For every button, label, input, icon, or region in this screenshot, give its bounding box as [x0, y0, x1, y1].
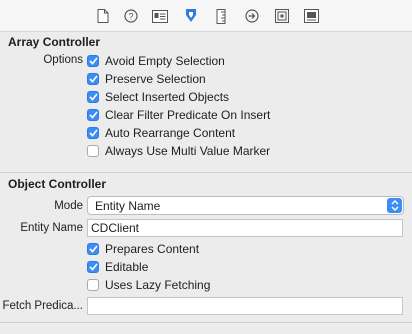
checkbox-label: Prepares Content [105, 242, 200, 256]
checkmark-icon [88, 93, 98, 101]
checkbox-checked[interactable] [87, 109, 99, 121]
size-icon[interactable] [213, 8, 229, 24]
checkbox-checked[interactable] [87, 127, 99, 139]
checkmark-icon [88, 263, 98, 271]
checkbox-label: Select Inserted Objects [105, 90, 230, 104]
checkbox-row[interactable]: Clear Filter Predicate On Insert [87, 106, 270, 124]
entity-name-label: Entity Name [20, 222, 83, 234]
object-controller-header: Object Controller [8, 177, 107, 191]
options-label: Options [43, 54, 83, 66]
checkbox-label: Avoid Empty Selection [105, 54, 225, 68]
checkmark-icon [88, 57, 98, 65]
checkbox-unchecked[interactable] [87, 145, 99, 157]
checkbox-checked[interactable] [87, 261, 99, 273]
checkmark-icon [88, 75, 98, 83]
checkbox-row[interactable]: Uses Lazy Fetching [87, 276, 210, 294]
connections-icon[interactable] [244, 8, 260, 24]
mode-select-value: Entity Name [95, 198, 161, 213]
inspector-toolbar: ? [0, 0, 412, 32]
identity-icon[interactable] [152, 8, 168, 24]
checkbox-unchecked[interactable] [87, 279, 99, 291]
checkbox-row[interactable]: Select Inserted Objects [87, 88, 229, 106]
array-controller-header: Array Controller [8, 35, 101, 49]
checkmark-icon [88, 245, 98, 253]
view-effects-icon[interactable] [303, 8, 319, 24]
chevron-up-down-icon [387, 198, 402, 213]
checkbox-label: Preserve Selection [105, 72, 206, 86]
checkmark-icon [88, 129, 98, 137]
checkbox-row[interactable]: Avoid Empty Selection [87, 52, 225, 70]
checkbox-label: Uses Lazy Fetching [105, 278, 211, 292]
checkbox-row[interactable]: Preserve Selection [87, 70, 206, 88]
entity-name-field[interactable]: CDClient [87, 219, 403, 237]
checkbox-label: Editable [105, 260, 149, 274]
checkbox-row[interactable]: Editable [87, 258, 148, 276]
help-icon[interactable]: ? [123, 8, 139, 24]
checkbox-checked[interactable] [87, 55, 99, 67]
checkbox-checked[interactable] [87, 73, 99, 85]
bindings-icon[interactable] [274, 8, 290, 24]
svg-text:?: ? [128, 12, 133, 22]
checkbox-label: Auto Rearrange Content [105, 126, 236, 140]
section-divider [0, 172, 412, 173]
file-icon[interactable] [95, 8, 111, 24]
fetch-predicate-field[interactable] [87, 297, 403, 315]
bottom-divider [0, 322, 412, 323]
checkbox-label: Always Use Multi Value Marker [105, 144, 271, 158]
checkbox-row[interactable]: Auto Rearrange Content [87, 124, 235, 142]
checkbox-checked[interactable] [87, 91, 99, 103]
checkbox-row[interactable]: Always Use Multi Value Marker [87, 142, 270, 160]
mode-label: Mode [54, 200, 83, 212]
checkmark-icon [88, 111, 98, 119]
checkbox-row[interactable]: Prepares Content [87, 240, 199, 258]
attributes-icon[interactable] [183, 8, 199, 24]
fetch-predicate-label: Fetch Predica... [2, 300, 83, 312]
checkbox-checked[interactable] [87, 243, 99, 255]
mode-select[interactable]: Entity Name [87, 196, 404, 215]
checkbox-label: Clear Filter Predicate On Insert [105, 108, 271, 122]
